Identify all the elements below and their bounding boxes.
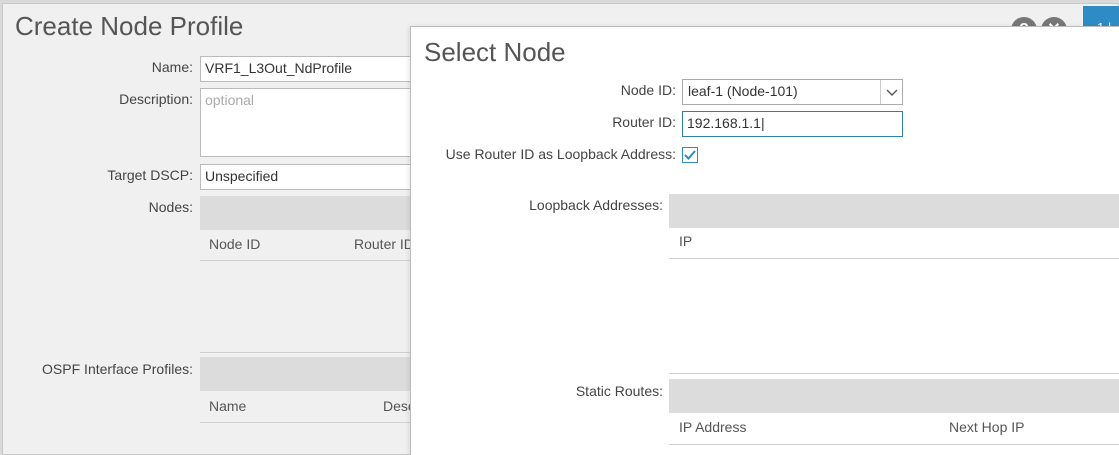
dialog-title: Select Node [424,37,566,67]
description-input[interactable]: optional [200,88,420,157]
nodes-table-toolbar [200,196,420,230]
nodes-col-node-id[interactable]: Node ID [209,236,260,252]
dialog-title: Create Node Profile [15,11,244,41]
static-routes-table-toolbar [669,379,1119,413]
node-id-label: Node ID: [620,82,676,98]
target-dscp-select[interactable]: Unspecified [200,164,420,190]
target-dscp-label: Target DSCP: [107,167,193,183]
description-label: Description: [119,91,193,107]
static-routes-label: Static Routes: [575,383,663,399]
chevron-down-icon[interactable] [880,80,902,104]
router-id-label: Router ID: [612,114,676,130]
use-router-id-checkbox[interactable] [682,147,698,163]
node-id-value: leaf-1 (Node-101) [688,83,798,99]
select-node-dialog: Select Node Node ID: leaf-1 (Node-101) R… [410,26,1119,455]
nodes-bottom-divider [200,352,420,353]
checkmark-icon [684,150,696,160]
static-routes-header-divider [669,444,1119,445]
static-routes-col-next-hop-ip[interactable]: Next Hop IP [949,419,1024,435]
node-id-select[interactable]: leaf-1 (Node-101) [682,79,903,105]
ospf-header-divider [200,422,420,423]
ospf-label: OSPF Interface Profiles: [42,361,193,377]
ospf-col-name[interactable]: Name [209,398,246,414]
router-id-input[interactable]: 192.168.1.1| [682,111,903,137]
name-label: Name: [151,59,193,75]
name-input[interactable]: VRF1_L3Out_NdProfile [200,56,420,82]
loopback-checkbox-label: Use Router ID as Loopback Address: [445,146,676,162]
nodes-col-router-id[interactable]: Router ID [354,236,414,252]
static-routes-col-ip-address[interactable]: IP Address [679,419,746,435]
loopback-header-divider [669,258,1119,259]
loopback-bottom-divider [669,373,1119,374]
loopback-addresses-label: Loopback Addresses: [529,197,663,213]
loopback-table-toolbar [669,194,1119,228]
nodes-header-divider [200,260,420,261]
ospf-table-toolbar [200,357,420,391]
nodes-label: Nodes: [148,199,193,215]
loopback-col-ip[interactable]: IP [679,233,692,249]
